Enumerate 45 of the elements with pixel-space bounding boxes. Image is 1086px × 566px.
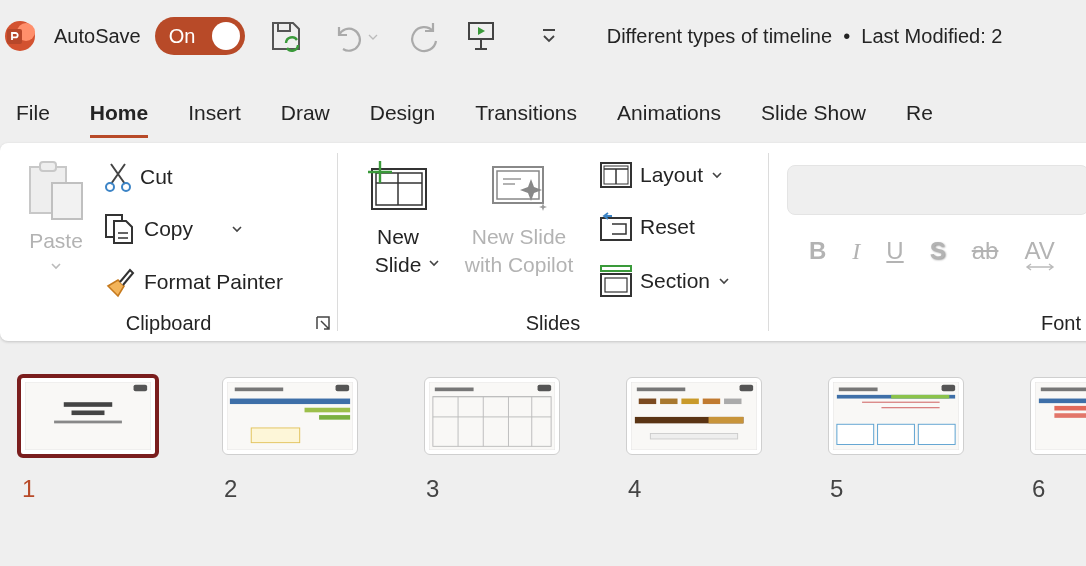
group-label: Clipboard xyxy=(125,312,212,336)
layout-icon xyxy=(600,160,632,189)
scissors-icon xyxy=(104,161,132,192)
slide-number: 6 xyxy=(1031,475,1047,503)
section-icon xyxy=(600,264,632,297)
group-label: Font xyxy=(1041,312,1082,336)
ribbon-tab[interactable]: Draw xyxy=(280,101,330,138)
ribbon-tab[interactable]: Home xyxy=(89,101,149,138)
ribbon-tab[interactable]: File xyxy=(16,101,50,138)
new-slide-icon xyxy=(366,161,430,213)
copy-icon xyxy=(104,212,136,245)
ribbon-tab[interactable]: Slide Show xyxy=(760,101,866,138)
group-label: Slides xyxy=(525,312,581,336)
format-painter-button[interactable]: Format Painter xyxy=(104,265,283,298)
slide-number: 3 xyxy=(425,475,441,503)
slide-number: 1 xyxy=(21,475,37,503)
clipboard-icon xyxy=(26,159,86,221)
autosave-toggle[interactable]: On xyxy=(154,17,245,55)
layout-button[interactable]: Layout xyxy=(600,160,731,189)
slide-number: 4 xyxy=(627,475,643,503)
autosave-label: AutoSave xyxy=(54,24,141,48)
slide-number: 2 xyxy=(223,475,239,503)
dialog-launcher-icon[interactable] xyxy=(315,315,333,333)
reset-icon xyxy=(600,211,632,242)
chevron-icon xyxy=(711,169,724,180)
chevron-icon xyxy=(231,223,244,234)
section-button[interactable]: Section xyxy=(600,264,731,297)
app-logo-icon xyxy=(4,20,36,52)
ribbon-tab[interactable]: Transitions xyxy=(475,101,578,138)
slide-number: 5 xyxy=(829,475,845,503)
ribbon-tab[interactable]: Insert xyxy=(188,101,241,138)
document-title: Different types of timeline • Last Modified: 2 xyxy=(606,24,1003,48)
reset-button[interactable]: Reset xyxy=(600,211,731,242)
chevron-icon xyxy=(718,275,731,286)
new-slide-button[interactable]: New Slide xyxy=(362,143,434,280)
chevron-icon xyxy=(428,258,440,268)
cut-button[interactable]: Cut xyxy=(104,161,283,192)
slide-thumbnail[interactable] xyxy=(17,374,159,458)
chevron-icon xyxy=(50,261,62,272)
ribbon-tab[interactable]: Design xyxy=(369,101,436,138)
double-arrow-icon xyxy=(1024,263,1055,271)
copy-button[interactable]: Copy xyxy=(104,212,283,245)
ribbon-tab[interactable]: Re xyxy=(906,101,933,138)
font-name-field[interactable] xyxy=(787,165,1086,215)
ribbon-tab[interactable]: Animations xyxy=(617,101,721,138)
